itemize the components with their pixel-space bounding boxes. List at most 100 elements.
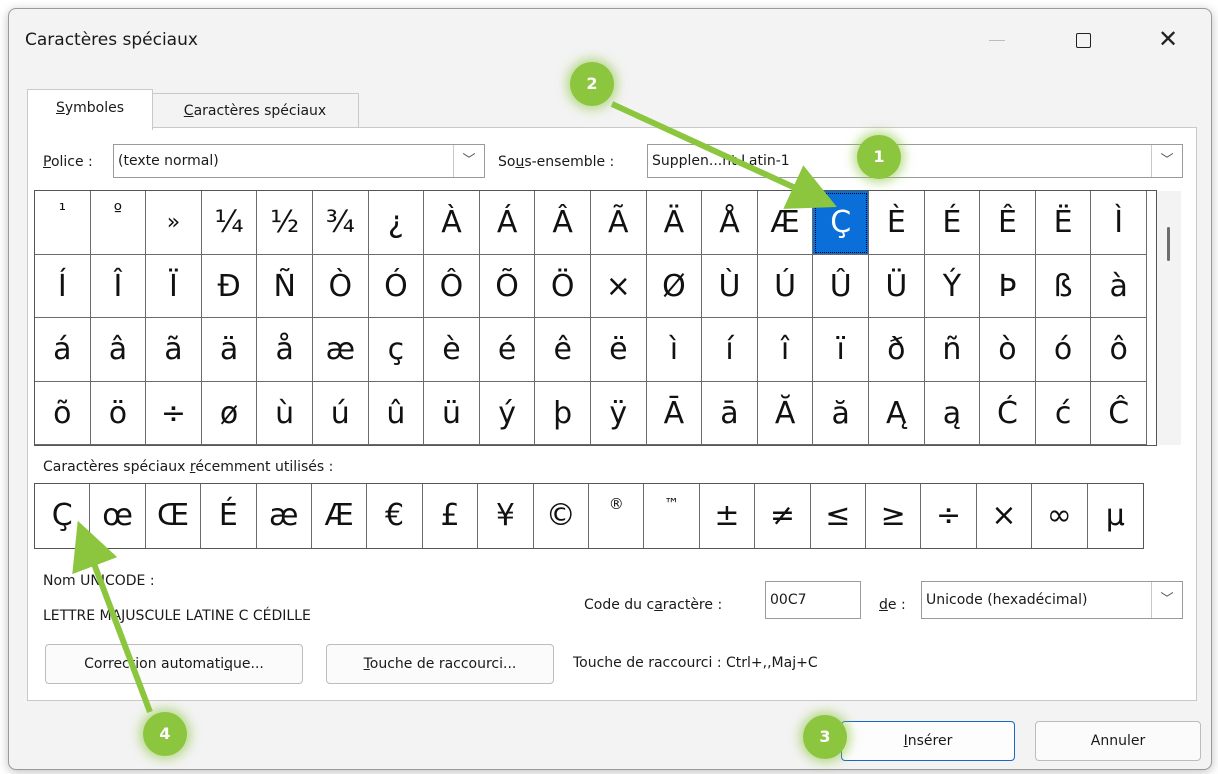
symbol-cell[interactable]: Þ <box>980 254 1036 318</box>
insert-button[interactable]: Insérer <box>841 721 1015 761</box>
recent-char-cell[interactable]: Ç <box>35 484 91 548</box>
symbol-cell[interactable]: Ê <box>980 191 1036 255</box>
subset-select[interactable]: Supplen...nt Latin-1 ﹀ <box>647 144 1183 178</box>
symbol-cell[interactable]: ú <box>313 381 369 445</box>
symbol-cell[interactable]: ö <box>90 381 147 445</box>
symbol-cell[interactable]: à <box>1091 254 1147 318</box>
recent-char-cell[interactable]: ∞ <box>1032 484 1088 548</box>
symbol-cell[interactable]: Ë <box>1035 191 1092 255</box>
symbol-cell[interactable]: ý <box>479 381 536 445</box>
symbol-cell[interactable]: Õ <box>479 254 536 318</box>
symbol-cell[interactable]: á <box>35 318 91 382</box>
symbol-cell[interactable]: × <box>591 254 647 318</box>
symbol-cell[interactable]: Ô <box>424 254 480 318</box>
scrollbar-thumb[interactable] <box>1167 227 1170 261</box>
recent-char-cell[interactable]: œ <box>90 484 146 548</box>
symbol-cell[interactable]: õ <box>35 381 91 445</box>
symbol-cell[interactable]: ă <box>813 381 869 445</box>
symbol-cell[interactable]: Û <box>813 254 869 318</box>
symbol-cell[interactable]: ¹ <box>35 191 91 255</box>
minimize-button[interactable] <box>977 25 1017 55</box>
symbol-cell[interactable]: Ì <box>1091 191 1147 255</box>
symbol-cell[interactable]: ø <box>201 381 258 445</box>
symbol-cell[interactable]: å <box>257 318 313 382</box>
symbol-cell[interactable]: è <box>424 318 480 382</box>
symbol-cell[interactable]: ¼ <box>201 191 258 255</box>
symbol-cell[interactable]: Ć <box>980 381 1036 445</box>
symbol-cell[interactable]: ù <box>257 381 313 445</box>
recent-char-cell[interactable]: æ <box>257 484 312 548</box>
symbol-cell[interactable]: Ö <box>535 254 591 318</box>
symbol-cell[interactable]: ã <box>146 318 202 382</box>
symbol-cell[interactable]: » <box>146 191 202 255</box>
recent-char-cell[interactable]: × <box>977 484 1033 548</box>
symbol-cell[interactable]: ü <box>424 381 480 445</box>
symbol-cell[interactable]: ÷ <box>146 381 202 445</box>
symbol-cell[interactable]: Ï <box>146 254 202 318</box>
symbol-cell[interactable]: í <box>702 318 758 382</box>
recent-char-cell[interactable]: ™ <box>644 484 700 548</box>
symbol-cell[interactable]: ÿ <box>591 381 647 445</box>
symbol-cell[interactable]: þ <box>535 381 591 445</box>
grid-scrollbar[interactable] <box>1157 191 1181 445</box>
symbol-cell[interactable]: ß <box>1035 254 1092 318</box>
symbol-cell[interactable]: Í <box>35 254 91 318</box>
close-button[interactable]: ✕ <box>1149 25 1189 55</box>
recent-char-cell[interactable]: © <box>534 484 589 548</box>
symbol-cell[interactable]: ¾ <box>313 191 369 255</box>
recent-char-cell[interactable]: ÷ <box>921 484 977 548</box>
symbol-cell[interactable]: Ă <box>757 381 814 445</box>
symbol-cell[interactable]: Å <box>702 191 758 255</box>
symbol-cell[interactable]: ¿ <box>368 191 425 255</box>
recent-char-cell[interactable]: ≤ <box>811 484 866 548</box>
symbol-cell[interactable]: Ç <box>813 191 869 255</box>
symbol-cell[interactable]: û <box>368 381 425 445</box>
symbol-cell[interactable]: Ĉ <box>1091 381 1147 445</box>
symbol-cell[interactable]: Ä <box>646 191 703 255</box>
symbol-cell[interactable]: Ā <box>646 381 703 445</box>
symbol-cell[interactable]: È <box>869 191 925 255</box>
symbol-cell[interactable]: î <box>757 318 814 382</box>
recent-char-cell[interactable]: ¥ <box>478 484 534 548</box>
symbol-cell[interactable]: ä <box>201 318 258 382</box>
symbol-cell[interactable]: Ü <box>869 254 925 318</box>
symbol-cell[interactable]: Ð <box>201 254 258 318</box>
recent-char-cell[interactable]: µ <box>1088 484 1143 548</box>
autocorrect-button[interactable]: Correction automatique... <box>45 644 303 684</box>
char-code-input[interactable]: 00C7 <box>765 581 861 619</box>
symbol-cell[interactable]: ½ <box>257 191 313 255</box>
recent-char-cell[interactable]: ® <box>589 484 645 548</box>
symbol-cell[interactable]: ć <box>1035 381 1092 445</box>
symbol-cell[interactable]: Á <box>479 191 536 255</box>
symbol-cell[interactable]: Ý <box>924 254 981 318</box>
symbol-cell[interactable]: Æ <box>757 191 814 255</box>
recent-char-cell[interactable]: ± <box>700 484 756 548</box>
symbol-cell[interactable]: ì <box>646 318 703 382</box>
recent-char-cell[interactable]: £ <box>423 484 479 548</box>
symbol-cell[interactable]: É <box>924 191 981 255</box>
symbol-cell[interactable]: ë <box>591 318 647 382</box>
maximize-button[interactable] <box>1063 25 1103 55</box>
symbol-cell[interactable]: Ú <box>757 254 814 318</box>
recent-char-cell[interactable]: ≠ <box>755 484 811 548</box>
font-select[interactable]: (texte normal) ﹀ <box>113 144 485 178</box>
symbol-cell[interactable]: º <box>90 191 147 255</box>
symbol-cell[interactable]: ð <box>869 318 925 382</box>
symbol-cell[interactable]: ê <box>535 318 591 382</box>
symbol-cell[interactable]: Ø <box>646 254 703 318</box>
symbol-cell[interactable]: Î <box>90 254 147 318</box>
recent-char-cell[interactable]: Æ <box>312 484 368 548</box>
symbol-cell[interactable]: Ą <box>869 381 925 445</box>
from-select[interactable]: Unicode (hexadécimal) ﹀ <box>921 581 1183 619</box>
symbol-cell[interactable]: ô <box>1091 318 1147 382</box>
symbol-cell[interactable]: ó <box>1035 318 1092 382</box>
symbol-cell[interactable]: ï <box>813 318 869 382</box>
symbol-cell[interactable]: Â <box>535 191 591 255</box>
symbol-cell[interactable]: Ñ <box>257 254 313 318</box>
symbol-cell[interactable]: Ó <box>368 254 425 318</box>
recent-char-cell[interactable]: É <box>201 484 257 548</box>
symbol-cell[interactable]: ñ <box>924 318 981 382</box>
symbol-cell[interactable]: æ <box>313 318 369 382</box>
symbol-cell[interactable]: Ò <box>313 254 369 318</box>
cancel-button[interactable]: Annuler <box>1035 721 1201 761</box>
